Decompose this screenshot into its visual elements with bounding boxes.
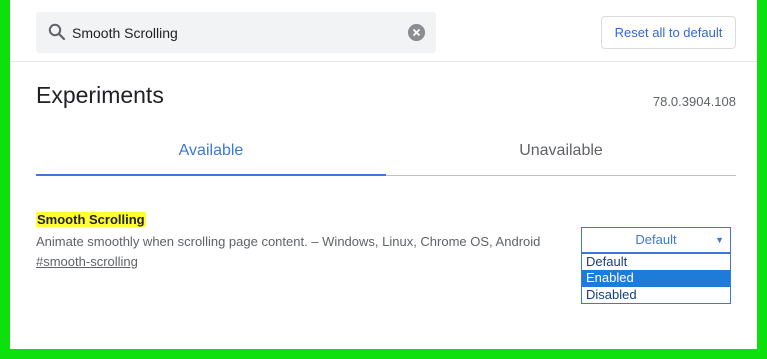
option-enabled[interactable]: Enabled — [582, 270, 730, 287]
tab-unavailable[interactable]: Unavailable — [386, 130, 736, 176]
page-title: Experiments — [36, 82, 164, 108]
experiment-select[interactable]: Default ▼ — [581, 227, 731, 253]
flags-page: Reset all to default Experiments 78.0.39… — [10, 0, 757, 349]
chevron-down-icon: ▼ — [715, 235, 724, 245]
experiment-name: Smooth Scrolling — [36, 212, 146, 227]
select-options: Default Enabled Disabled — [581, 253, 731, 304]
experiment-link[interactable]: #smooth-scrolling — [36, 254, 138, 269]
clear-icon[interactable] — [408, 24, 425, 41]
header: Reset all to default — [10, 0, 757, 62]
search-icon — [48, 23, 66, 41]
search-box[interactable] — [36, 12, 436, 53]
tab-bar: Available Unavailable — [36, 130, 736, 176]
version-label: 78.0.3904.108 — [652, 94, 736, 109]
search-input[interactable] — [72, 12, 392, 53]
tab-available[interactable]: Available — [36, 130, 386, 176]
select-value: Default — [635, 232, 677, 247]
reset-all-button[interactable]: Reset all to default — [601, 16, 736, 49]
option-disabled[interactable]: Disabled — [582, 287, 730, 303]
option-default[interactable]: Default — [582, 254, 730, 270]
experiment-description: Animate smoothly when scrolling page con… — [36, 234, 541, 249]
